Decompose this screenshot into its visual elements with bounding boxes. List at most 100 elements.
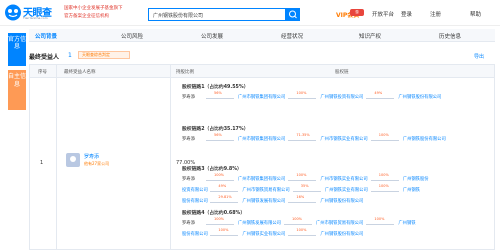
chain-company-link[interactable]: 股份有限公司	[182, 231, 208, 237]
equity-chain-title: 股权链路4（占比约0.68%）	[182, 211, 246, 216]
chain-company-link[interactable]: 广州钢铁投资有限公司	[320, 94, 363, 100]
tab-business-status[interactable]: 经营状况	[281, 32, 303, 40]
column-divider	[56, 65, 57, 249]
chain-percentage: 16%	[296, 195, 305, 199]
chain-company-link[interactable]: 广州钢铁	[398, 220, 415, 226]
section-tabs: 公司背景 公司风险 公司发展 经营状况 知识产权 历史信息	[29, 29, 495, 42]
chain-arrow	[206, 98, 234, 99]
chain-percentage: 100%	[296, 91, 307, 95]
chain-start-person[interactable]: 罗寿添	[182, 176, 195, 182]
chain-company-link[interactable]: 广州钢铁发展有限公司	[242, 198, 285, 204]
chain-percentage: 29.81%	[218, 195, 232, 199]
chain-arrow	[210, 202, 239, 203]
search-button[interactable]	[286, 8, 300, 21]
nav-open-platform[interactable]: 开放平台	[372, 10, 394, 18]
equity-chain-title: 股权链路2（占比约35.17%）	[182, 127, 249, 132]
chain-company-link[interactable]: 股份有限公司	[182, 198, 208, 204]
equity-chain-title: 股权链路1（占比约49.55%）	[182, 85, 249, 90]
equity-chain-row: 股份有限公司 29.81% 广州钢铁发展有限公司 16% 广州钢铁股份有限公司	[182, 195, 492, 206]
header-share: 持股比例	[176, 70, 194, 75]
header-index: 序号	[38, 70, 47, 75]
chain-percentage: 100%	[292, 217, 303, 221]
chain-arrow	[292, 191, 321, 192]
row-index: 1	[40, 160, 44, 166]
chain-percentage: 100%	[378, 173, 389, 177]
chain-percentage: 49%	[218, 184, 227, 188]
chain-percentage: 100%	[296, 173, 307, 177]
top-bar: 天眼查 TianYanCha.com 国家中小企业发展子基金旗下 官方备案企业征…	[0, 0, 500, 26]
chain-arrow	[210, 191, 239, 192]
export-link[interactable]: 导出	[474, 53, 484, 60]
tab-intellectual-property[interactable]: 知识产权	[359, 32, 381, 40]
chain-company-link[interactable]: 广州钢铁股份有限公司	[403, 136, 446, 142]
tab-company-development[interactable]: 公司发展	[201, 32, 223, 40]
search-input[interactable]: 广州钢铁股份有限公司	[148, 8, 286, 21]
slogan-line-1: 国家中小企业发展子基金旗下	[64, 6, 123, 11]
chain-arrow	[288, 98, 317, 99]
equity-chain-row: 罗寿添 100% 广州钢铁发展有限公司 100% 广州市钢铁贸易有限公司 100% 广州钢铁	[182, 217, 492, 228]
chain-arrow	[284, 224, 312, 225]
equity-chain-row: 股份有限公司 100% 广州钢铁实业有限公司 100% 广州钢铁股份有限公司	[182, 228, 492, 239]
chain-arrow	[370, 180, 399, 181]
nav-help[interactable]: 帮助	[470, 10, 481, 18]
chain-start-person[interactable]: 罗寿添	[182, 94, 195, 100]
chain-percentage: 100%	[296, 228, 307, 232]
chain-company-link[interactable]: 广州市钢铁实业有限公司	[320, 136, 367, 142]
nav-login[interactable]: 登录	[401, 10, 412, 18]
chain-company-link[interactable]: 广州市钢铁集团有限公司	[238, 176, 285, 182]
chain-percentage: 71.35%	[296, 133, 310, 137]
chain-company-link[interactable]: 广州钢铁股份有限公司	[320, 231, 363, 237]
chain-percentage: 49%	[374, 91, 383, 95]
chain-company-link[interactable]: 广州钢铁发展有限公司	[238, 220, 281, 226]
chain-company-link[interactable]: 广州钢铁股份有限公司	[320, 198, 363, 204]
brand-subtitle: TianYanCha.com	[23, 16, 48, 20]
tab-history[interactable]: 历史信息	[439, 32, 461, 40]
chain-arrow	[206, 140, 234, 141]
beneficiary-table: 序号 最终受益人名称 持股比例 股权链 1 罗寿添 他有27家公司 77.00%…	[29, 64, 495, 250]
tab-company-background[interactable]: 公司背景	[35, 32, 57, 40]
side-tab-official-info[interactable]: 官方信息	[8, 33, 26, 66]
chain-company-link[interactable]: 广州钢铁	[403, 187, 420, 193]
equity-chain-row: 投资有限公司 49% 广州市钢铁贸易有限公司 35% 广州钢铁实业有限公司 100% 广州钢…	[182, 184, 492, 195]
chain-percentage: 100%	[378, 133, 389, 137]
search-input-value: 广州钢铁股份有限公司	[153, 13, 204, 19]
chain-company-link[interactable]: 广州市钢铁集团有限公司	[238, 94, 285, 100]
chain-arrow	[210, 235, 239, 236]
side-tab-self-info[interactable]: 自主信息	[8, 70, 26, 110]
equity-chain-row: 罗寿添 56% 广州市钢铁集团有限公司 71.35% 广州市钢铁实业有限公司 100% 广州…	[182, 133, 492, 144]
chain-arrow	[370, 191, 399, 192]
beneficiary-company-count[interactable]: 他有27家公司	[84, 161, 109, 167]
tab-company-risk[interactable]: 公司风险	[121, 32, 143, 40]
chain-company-link[interactable]: 广州钢铁实业有限公司	[242, 231, 285, 237]
chain-percentage: 100%	[214, 173, 225, 177]
chain-company-link[interactable]: 广州市钢铁集团有限公司	[238, 136, 285, 142]
chain-arrow	[366, 98, 395, 99]
chain-start-person[interactable]: 罗寿添	[182, 220, 195, 226]
search-icon	[289, 10, 297, 19]
chain-company-link[interactable]: 广州钢铁实业有限公司	[325, 187, 368, 193]
chain-percentage: 100%	[214, 217, 225, 221]
section-count: 1	[68, 52, 72, 59]
chain-percentage: 56%	[214, 91, 222, 95]
chain-arrow	[288, 180, 317, 181]
nav-register[interactable]: 注册	[430, 10, 441, 18]
chain-percentage: 100%	[378, 184, 389, 188]
equity-chain-title: 股权链路3（占比约9.8%）	[182, 167, 242, 172]
chain-arrow	[288, 202, 317, 203]
vip-badge: 惠	[350, 9, 364, 16]
chain-company-link[interactable]: 广州钢铁股份有限公司	[398, 94, 441, 100]
chain-arrow	[288, 140, 317, 141]
chain-company-link[interactable]: 广州市钢铁实业有限公司	[320, 176, 367, 182]
equity-chain-row: 罗寿添 56% 广州市钢铁集团有限公司 100% 广州钢铁投资有限公司 49% 广州钢铁股份…	[182, 91, 492, 102]
chain-company-link[interactable]: 投资有限公司	[182, 187, 208, 193]
chain-arrow	[206, 224, 234, 225]
chain-company-link[interactable]: 广州市钢铁贸易有限公司	[242, 187, 289, 193]
chain-start-person[interactable]: 罗寿添	[182, 136, 195, 142]
chain-company-link[interactable]: 广州市钢铁贸易有限公司	[316, 220, 363, 226]
chain-arrow	[370, 140, 399, 141]
section-badge: 天眼查综合判定	[78, 51, 130, 59]
chain-company-link[interactable]: 广州钢铁股份	[403, 176, 429, 182]
beneficiary-name[interactable]: 罗寿添	[84, 153, 99, 160]
tianyancha-logo-icon[interactable]	[4, 4, 22, 21]
chain-percentage: 100%	[374, 217, 385, 221]
